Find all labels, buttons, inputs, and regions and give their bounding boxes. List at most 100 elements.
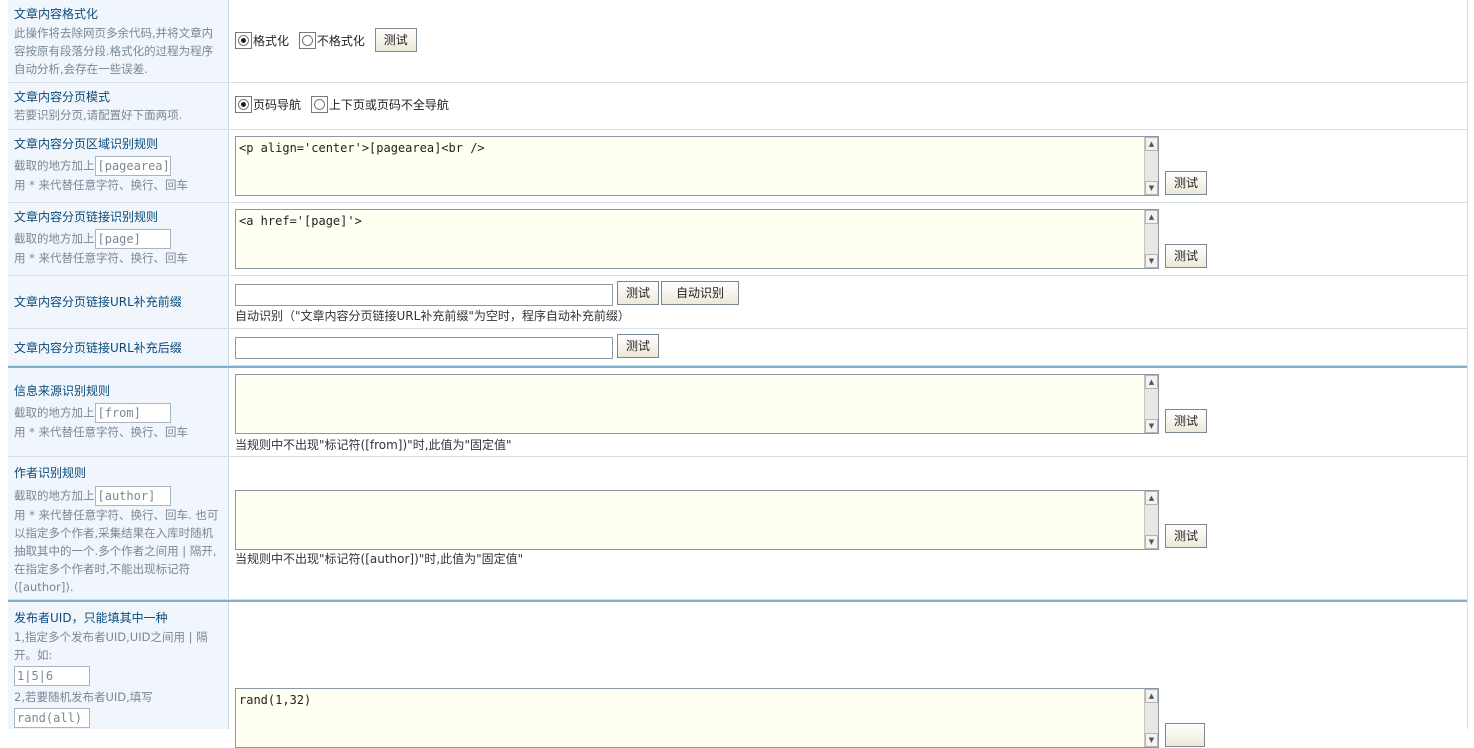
- row-title: 文章内容分页链接URL补充后缀: [14, 341, 182, 355]
- content-cell: 页码导航 上下页或页码不全导航: [235, 83, 1467, 129]
- uid-test-button[interactable]: [1165, 723, 1205, 747]
- row-paging-mode: 文章内容分页模式 若要识别分页,请配置好下面两项. 页码导航 上下页或页码不全导…: [8, 83, 1467, 130]
- label-cell: 文章内容分页链接识别规则 截取的地方加上 用 * 来代替任意字符、换行、回车: [8, 203, 229, 275]
- label-cell: 文章内容格式化 此操作将去除网页多余代码,并将文章内容按原有段落分段.格式化的过…: [8, 0, 229, 82]
- desc-prefix: 截取的地方加上: [14, 488, 95, 503]
- desc-suffix: 用 * 来代替任意字符、换行、回车: [14, 425, 189, 439]
- content-cell: ▲ ▼ 测试 当规则中不出现"标记符([from])"时,此值为"固定值": [235, 368, 1467, 456]
- row-title: 文章内容格式化: [14, 7, 99, 21]
- no-format-radio[interactable]: [298, 31, 316, 49]
- label-cell: 文章内容分页链接URL补充前缀: [8, 276, 229, 328]
- row-format: 文章内容格式化 此操作将去除网页多余代码,并将文章内容按原有段落分段.格式化的过…: [8, 0, 1467, 83]
- content-cell: ▲ ▼ 测试 当规则中不出现"标记符([author])"时,此值为"固定值": [235, 457, 1467, 599]
- uid-desc-2: 2,若要随机发布者UID,填写: [14, 690, 153, 704]
- uid-textarea[interactable]: rand(1,32) ▲ ▼: [235, 688, 1159, 748]
- scrollbar[interactable]: ▲ ▼: [1144, 137, 1158, 195]
- content-cell: <p align='center'>[pagearea]<br /> ▲ ▼ 测试: [235, 130, 1467, 202]
- scrollbar[interactable]: ▲ ▼: [1144, 491, 1158, 549]
- from-tag-input[interactable]: [94, 403, 171, 423]
- label-cell: 文章内容分页模式 若要识别分页,请配置好下面两项.: [8, 83, 229, 129]
- scrollbar[interactable]: ▲ ▼: [1144, 375, 1158, 433]
- row-url-prefix: 文章内容分页链接URL补充前缀 测试 自动识别 自动识别（"文章内容分页链接UR…: [8, 276, 1467, 329]
- label-cell: 作者识别规则 截取的地方加上 用 * 来代替任意字符、换行、回车. 也可以指定多…: [8, 457, 229, 599]
- author-hint: 当规则中不出现"标记符([author])"时,此值为"固定值": [235, 552, 524, 566]
- desc-suffix: 用 * 来代替任意字符、换行、回车: [14, 178, 189, 192]
- scroll-up-icon[interactable]: ▲: [1145, 375, 1158, 389]
- page-tag-input[interactable]: [94, 229, 171, 249]
- row-page-link: 文章内容分页链接识别规则 截取的地方加上 用 * 来代替任意字符、换行、回车 <…: [8, 203, 1467, 276]
- label-cell: 信息来源识别规则 截取的地方加上 用 * 来代替任意字符、换行、回车: [8, 368, 229, 456]
- url-prefix-hint: 自动识别（"文章内容分页链接URL补充前缀"为空时，程序自动补充前缀）: [235, 309, 630, 323]
- uid-example-1-input[interactable]: [14, 666, 90, 686]
- scrollbar[interactable]: ▲ ▼: [1144, 689, 1158, 747]
- scroll-down-icon[interactable]: ▼: [1145, 181, 1158, 195]
- row-description: 若要识别分页,请配置好下面两项.: [14, 108, 183, 122]
- prev-next-nav-label: 上下页或页码不全导航: [328, 98, 449, 112]
- format-radio[interactable]: [235, 31, 252, 49]
- row-url-suffix: 文章内容分页链接URL补充后缀 测试: [8, 329, 1467, 366]
- author-rule-textarea[interactable]: ▲ ▼: [235, 490, 1159, 550]
- row-uid: 发布者UID，只能填其中一种 1,指定多个发布者UID,UID之间用 | 隔开。…: [8, 600, 1467, 748]
- no-format-radio-label: 不格式化: [316, 33, 365, 48]
- auto-detect-button[interactable]: 自动识别: [661, 281, 740, 305]
- row-title: 作者识别规则: [14, 466, 87, 480]
- scroll-down-icon[interactable]: ▼: [1145, 254, 1158, 268]
- desc-suffix: 用 * 来代替任意字符、换行、回车: [14, 251, 189, 265]
- pagelink-test-button[interactable]: 测试: [1165, 244, 1208, 268]
- from-rule-textarea[interactable]: ▲ ▼: [235, 374, 1159, 434]
- author-tag-input[interactable]: [94, 486, 171, 506]
- row-author: 作者识别规则 截取的地方加上 用 * 来代替任意字符、换行、回车. 也可以指定多…: [8, 457, 1467, 600]
- desc-prefix: 截取的地方加上: [14, 231, 95, 246]
- textarea-value: <a href='[page]'>: [239, 214, 362, 228]
- desc-prefix: 截取的地方加上: [14, 158, 95, 173]
- content-cell: <a href='[page]'> ▲ ▼ 测试: [235, 203, 1467, 275]
- uid-desc-1: 1,指定多个发布者UID,UID之间用 | 隔开。如:: [14, 630, 208, 662]
- right-border: [1467, 0, 1468, 729]
- page-number-nav-label: 页码导航: [253, 98, 302, 112]
- from-hint: 当规则中不出现"标记符([from])"时,此值为"固定值": [235, 438, 512, 452]
- scroll-up-icon[interactable]: ▲: [1145, 210, 1158, 224]
- textarea-value: <p align='center'>[pagearea]<br />: [239, 141, 485, 155]
- desc-suffix: 用 * 来代替任意字符、换行、回车. 也可以指定多个作者,采集结果在入库时随机抽…: [14, 508, 219, 594]
- textarea-value: rand(1,32): [239, 693, 312, 707]
- label-cell: 文章内容分页区域识别规则 截取的地方加上 用 * 来代替任意字符、换行、回车: [8, 130, 229, 202]
- desc-prefix: 截取的地方加上: [14, 405, 95, 420]
- scroll-down-icon[interactable]: ▼: [1145, 419, 1158, 433]
- scroll-down-icon[interactable]: ▼: [1145, 733, 1158, 747]
- row-title: 信息来源识别规则: [14, 384, 111, 398]
- prev-next-nav-radio[interactable]: [310, 96, 328, 113]
- pagearea-rule-textarea[interactable]: <p align='center'>[pagearea]<br /> ▲ ▼: [235, 136, 1159, 196]
- format-test-button[interactable]: 测试: [374, 28, 417, 52]
- row-title: 发布者UID，只能填其中一种: [14, 611, 168, 625]
- row-title: 文章内容分页区域识别规则: [14, 137, 159, 151]
- url-prefix-test-button[interactable]: 测试: [617, 281, 660, 305]
- row-title: 文章内容分页模式: [14, 90, 111, 104]
- label-cell: 文章内容分页链接URL补充后缀: [8, 329, 229, 365]
- pagearea-tag-input[interactable]: [94, 156, 171, 176]
- author-test-button[interactable]: 测试: [1165, 524, 1208, 548]
- row-description: 此操作将去除网页多余代码,并将文章内容按原有段落分段.格式化的过程为程序自动分析…: [14, 26, 214, 76]
- scrollbar[interactable]: ▲ ▼: [1144, 210, 1158, 268]
- content-cell: 测试: [235, 329, 1467, 365]
- format-radio-label: 格式化: [253, 33, 290, 48]
- page-number-nav-radio[interactable]: [235, 96, 252, 113]
- row-title: 文章内容分页链接识别规则: [14, 210, 159, 224]
- pagelink-rule-textarea[interactable]: <a href='[page]'> ▲ ▼: [235, 209, 1159, 269]
- url-prefix-input[interactable]: [235, 284, 613, 306]
- row-from: 信息来源识别规则 截取的地方加上 用 * 来代替任意字符、换行、回车 ▲▼ 测试…: [8, 366, 1467, 457]
- scroll-up-icon[interactable]: ▲: [1145, 689, 1158, 703]
- url-suffix-input[interactable]: [235, 337, 613, 359]
- content-cell: 格式化 不格式化 测试: [235, 0, 1467, 82]
- label-cell: 发布者UID，只能填其中一种 1,指定多个发布者UID,UID之间用 | 隔开。…: [8, 602, 229, 729]
- uid-example-2-input[interactable]: [14, 708, 90, 728]
- from-test-button[interactable]: 测试: [1165, 409, 1208, 433]
- row-title: 文章内容分页链接URL补充前缀: [14, 295, 182, 309]
- url-suffix-test-button[interactable]: 测试: [617, 334, 660, 358]
- scroll-down-icon[interactable]: ▼: [1145, 535, 1158, 549]
- pagearea-test-button[interactable]: 测试: [1165, 171, 1208, 195]
- row-page-area: 文章内容分页区域识别规则 截取的地方加上 用 * 来代替任意字符、换行、回车 <…: [8, 130, 1467, 203]
- scroll-up-icon[interactable]: ▲: [1145, 491, 1158, 505]
- content-cell: 测试 自动识别 自动识别（"文章内容分页链接URL补充前缀"为空时，程序自动补充…: [235, 276, 1467, 328]
- content-cell: rand(1,32) ▲ ▼: [235, 602, 1467, 748]
- scroll-up-icon[interactable]: ▲: [1145, 137, 1158, 151]
